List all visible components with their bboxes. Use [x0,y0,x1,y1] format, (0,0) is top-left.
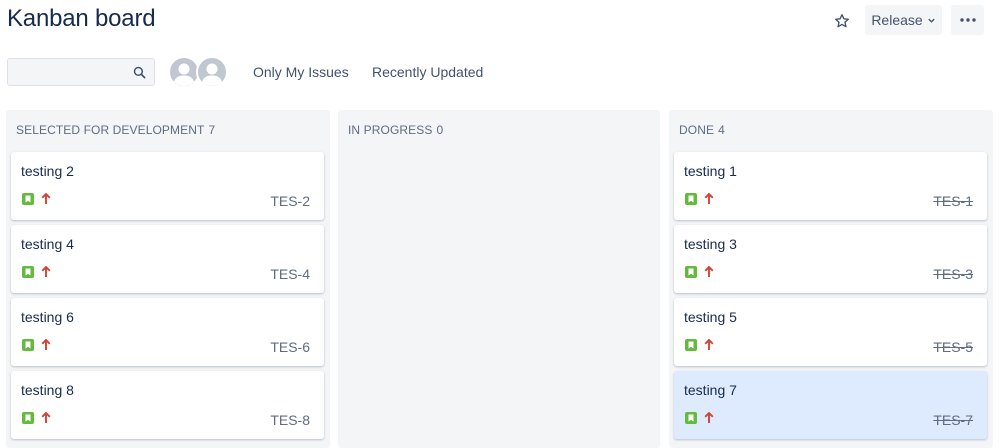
high-priority-arrow-icon [41,339,51,350]
search-box [7,58,155,86]
card-title: testing 4 [21,236,74,252]
card-title: testing 8 [21,382,74,398]
column-count: 0 [436,123,444,137]
search-icon[interactable] [133,66,146,79]
card-title: testing 1 [684,163,737,179]
high-priority-arrow-icon [704,193,714,204]
issue-key[interactable]: TES-6 [270,339,310,355]
search-input[interactable] [8,59,128,85]
column-header: IN PROGRESS 0 [348,123,443,137]
card-title: testing 6 [21,309,74,325]
column-title: SELECTED FOR DEVELOPMENT [16,123,205,137]
column-title: IN PROGRESS [348,123,433,137]
issue-key[interactable]: TES-5 [933,339,973,355]
column-title: DONE [679,123,715,137]
release-label: Release [871,12,923,28]
issue-key[interactable]: TES-8 [270,412,310,428]
issue-card[interactable]: testing 6 TES-6 [11,298,324,366]
column-selected-for-development: SELECTED FOR DEVELOPMENT 7 testing 2 TES-… [6,110,330,448]
story-icon [685,412,697,424]
card-title: testing 7 [684,382,737,398]
more-icon [959,18,976,22]
issue-card[interactable]: testing 8 TES-8 [11,371,324,439]
only-my-issues-filter[interactable]: Only My Issues [253,64,349,80]
release-button[interactable]: Release [865,5,942,35]
story-icon [22,412,34,424]
issue-card[interactable]: testing 5 TES-5 [674,298,987,366]
high-priority-arrow-icon [704,266,714,277]
avatar-group [168,56,230,88]
story-icon [22,193,34,205]
issue-card[interactable]: testing 2 TES-2 [11,152,324,220]
column-header: DONE 4 [679,123,725,137]
issue-key[interactable]: TES-1 [933,193,973,209]
card-title: testing 5 [684,309,737,325]
star-button[interactable] [828,7,856,35]
story-icon [685,193,697,205]
high-priority-arrow-icon [41,266,51,277]
high-priority-arrow-icon [704,412,714,423]
page-title: Kanban board [7,5,156,32]
card-title: testing 3 [684,236,737,252]
column-header: SELECTED FOR DEVELOPMENT 7 [16,123,215,137]
column-in-progress: IN PROGRESS 0 [338,110,660,448]
issue-key[interactable]: TES-3 [933,266,973,282]
issue-card[interactable]: testing 1 TES-1 [674,152,987,220]
chevron-down-icon [928,18,935,23]
card-title: testing 2 [21,163,74,179]
column-count: 4 [718,123,725,137]
story-icon [22,266,34,278]
story-icon [685,266,697,278]
issue-key[interactable]: TES-7 [933,412,973,428]
user-icon [173,63,195,86]
issue-card[interactable]: testing 4 TES-4 [11,225,324,293]
star-icon [835,14,849,28]
high-priority-arrow-icon [704,339,714,350]
column-count: 7 [208,123,216,137]
issue-key[interactable]: TES-4 [270,266,310,282]
story-icon [22,339,34,351]
user-icon [201,63,223,86]
high-priority-arrow-icon [41,412,51,423]
column-done: DONE 4 testing 1 TES-1 testing 3 TES-3 te… [669,110,993,448]
issue-card-selected[interactable]: testing 7 TES-7 [674,371,987,439]
recently-updated-filter[interactable]: Recently Updated [372,64,483,80]
story-icon [685,339,697,351]
avatar[interactable] [196,56,228,88]
issue-card[interactable]: testing 3 TES-3 [674,225,987,293]
issue-key[interactable]: TES-2 [270,193,310,209]
more-button[interactable] [951,5,984,35]
high-priority-arrow-icon [41,193,51,204]
